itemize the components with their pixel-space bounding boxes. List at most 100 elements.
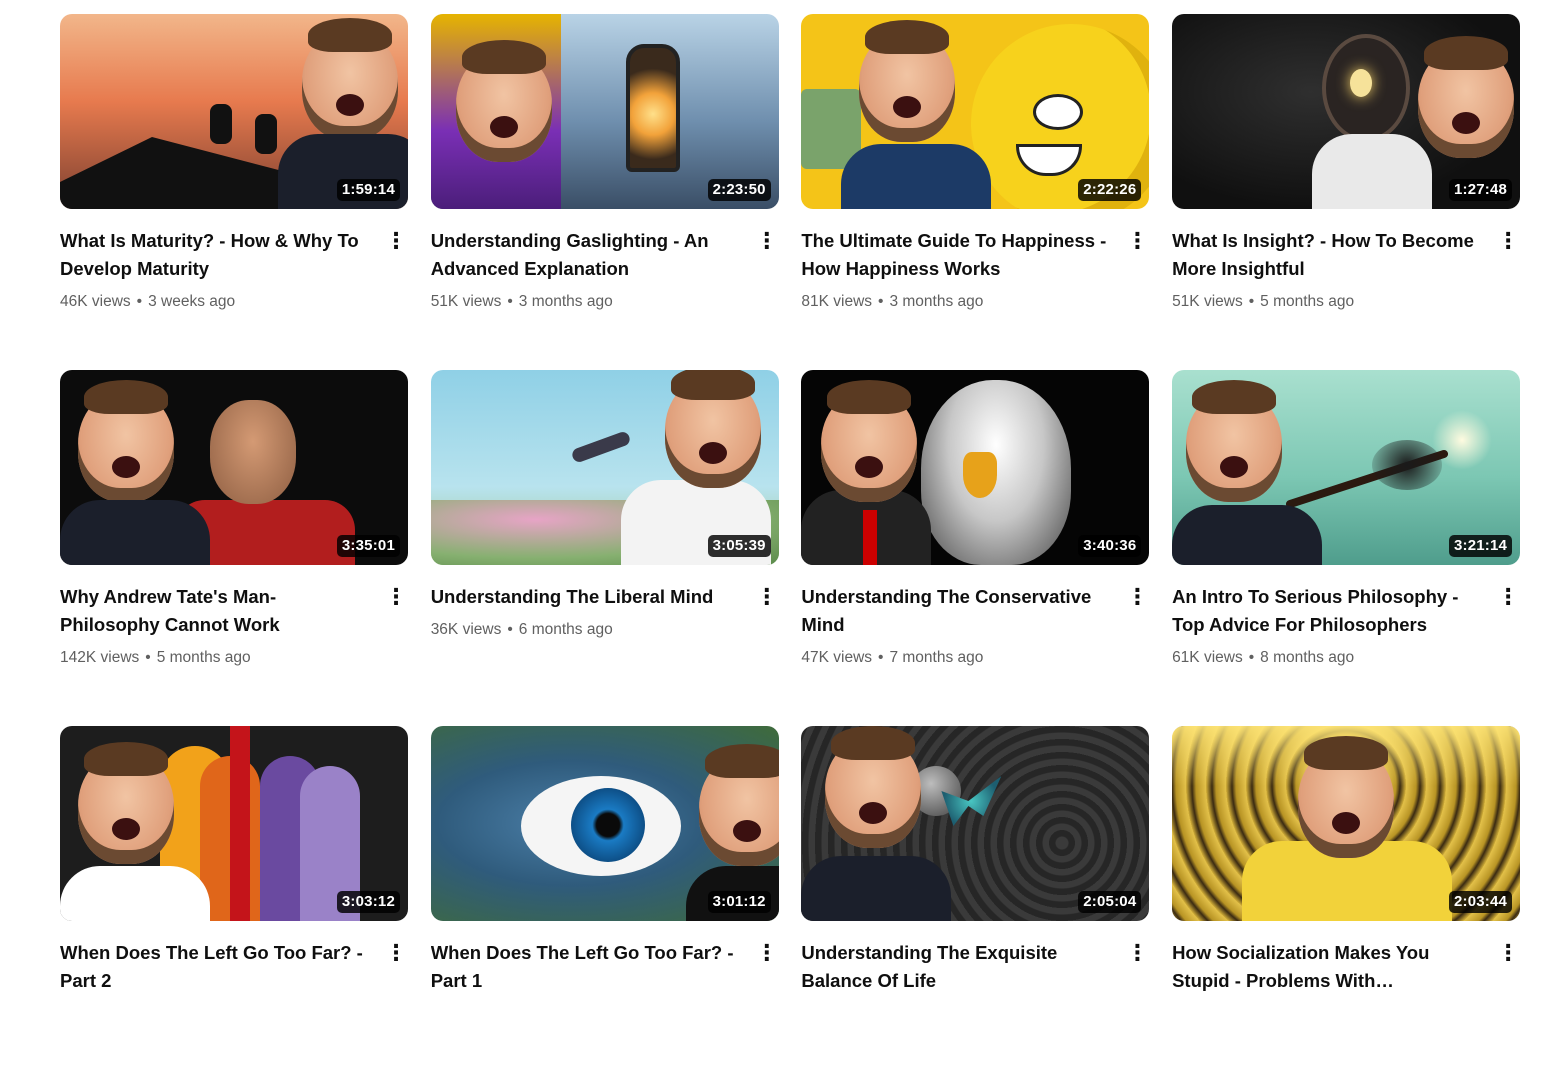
video-thumbnail[interactable]: 2:23:50 <box>430 14 779 209</box>
video-thumbnail[interactable]: 3:01:12 <box>430 726 779 921</box>
video-title[interactable]: Why Andrew Tate's Man-Philosophy Cannot … <box>60 583 372 639</box>
video-title[interactable]: Understanding The Exquisite Balance Of L… <box>801 939 1113 995</box>
more-vert-icon[interactable]: ⋮ <box>384 939 408 967</box>
video-title[interactable]: Understanding The Liberal Mind <box>431 583 743 611</box>
more-vert-icon[interactable]: ⋮ <box>1496 583 1520 611</box>
upload-age: 5 months ago <box>156 649 251 666</box>
upload-age: 6 months ago <box>518 621 613 638</box>
separator-dot: • <box>1248 293 1255 310</box>
video-thumbnail[interactable]: 1:59:14 <box>60 14 408 209</box>
presenter-face <box>78 380 174 502</box>
video-title[interactable]: What Is Maturity? - How & Why To Develop… <box>60 227 372 283</box>
more-vert-icon[interactable]: ⋮ <box>1125 227 1149 255</box>
video-card[interactable]: 3:35:01 Why Andrew Tate's Man-Philosophy… <box>60 370 408 726</box>
video-card[interactable]: 1:59:14 What Is Maturity? - How & Why To… <box>60 14 408 370</box>
presenter-shirt <box>1172 505 1323 565</box>
view-count: 51K views <box>1172 293 1243 310</box>
separator-dot: • <box>145 649 151 666</box>
video-meta: What Is Insight? - How To Become More In… <box>1172 209 1520 313</box>
video-card[interactable]: 3:05:39 Understanding The Liberal Mind 3… <box>430 370 779 726</box>
video-title[interactable]: Understanding Gaslighting - An Advanced … <box>431 227 743 283</box>
video-thumbnail[interactable]: 3:35:01 <box>60 370 408 565</box>
more-vert-icon[interactable]: ⋮ <box>1496 939 1520 967</box>
video-title[interactable]: What Is Insight? - How To Become More In… <box>1172 227 1484 283</box>
video-card[interactable]: 2:23:50 Understanding Gaslighting - An A… <box>430 14 779 370</box>
video-card[interactable]: 1:27:48 What Is Insight? - How To Become… <box>1172 14 1521 370</box>
video-thumbnail[interactable]: 2:03:44 <box>1172 726 1521 921</box>
video-stats: 51K views • 3 months ago <box>431 291 743 313</box>
video-stats: 142K views • 5 months ago <box>60 647 372 669</box>
video-thumbnail[interactable]: 3:03:12 <box>60 726 408 921</box>
more-vert-icon[interactable]: ⋮ <box>384 583 408 611</box>
video-title[interactable]: When Does The Left Go Too Far? - Part 2 <box>60 939 372 995</box>
presenter-face <box>455 40 552 162</box>
duration-badge: 3:05:39 <box>707 535 771 557</box>
view-count: 61K views <box>1172 649 1243 666</box>
video-meta: The Ultimate Guide To Happiness - How Ha… <box>801 209 1149 313</box>
video-thumbnail[interactable]: 1:27:48 <box>1172 14 1521 209</box>
more-vert-icon[interactable]: ⋮ <box>755 583 779 611</box>
duration-badge: 1:59:14 <box>336 179 400 201</box>
separator-dot: • <box>507 621 513 638</box>
video-card[interactable]: 3:21:14 An Intro To Serious Philosophy -… <box>1172 370 1521 726</box>
presenter-shirt <box>60 866 210 921</box>
upload-age: 8 months ago <box>1260 649 1355 666</box>
view-count: 142K views <box>60 649 140 666</box>
duration-badge: 3:03:12 <box>336 891 400 913</box>
more-vert-icon[interactable]: ⋮ <box>755 227 779 255</box>
video-meta: An Intro To Serious Philosophy - Top Adv… <box>1172 565 1520 669</box>
more-vert-icon[interactable]: ⋮ <box>384 227 408 255</box>
duration-badge: 3:01:12 <box>707 891 771 913</box>
separator-dot: • <box>136 293 143 310</box>
video-title[interactable]: When Does The Left Go Too Far? - Part 1 <box>431 939 743 995</box>
video-meta: Understanding Gaslighting - An Advanced … <box>431 209 779 313</box>
video-card[interactable]: 2:03:44 How Socialization Makes You Stup… <box>1172 726 1521 1082</box>
presenter-face <box>1298 736 1395 858</box>
view-count: 81K views <box>801 293 873 310</box>
video-title[interactable]: An Intro To Serious Philosophy - Top Adv… <box>1172 583 1484 639</box>
video-meta: Why Andrew Tate's Man-Philosophy Cannot … <box>60 565 408 669</box>
video-title[interactable]: How Socialization Makes You Stupid - Pro… <box>1172 939 1484 995</box>
duration-badge: 2:22:26 <box>1078 179 1142 201</box>
duration-badge: 2:03:44 <box>1448 891 1513 913</box>
view-count: 47K views <box>801 649 873 666</box>
upload-age: 7 months ago <box>889 649 984 666</box>
video-card[interactable]: 2:22:26 The Ultimate Guide To Happiness … <box>801 14 1150 370</box>
upload-age: 5 months ago <box>1260 293 1355 310</box>
presenter-face <box>1418 36 1515 158</box>
video-title[interactable]: The Ultimate Guide To Happiness - How Ha… <box>801 227 1113 283</box>
video-meta: What Is Maturity? - How & Why To Develop… <box>60 209 408 313</box>
more-vert-icon[interactable]: ⋮ <box>755 939 779 967</box>
video-card[interactable]: 3:03:12 When Does The Left Go Too Far? -… <box>60 726 408 1082</box>
presenter-face <box>1186 380 1283 502</box>
video-card[interactable]: 3:40:36 Understanding The Conservative M… <box>801 370 1150 726</box>
video-stats: 36K views • 6 months ago <box>431 619 743 641</box>
separator-dot: • <box>507 293 513 310</box>
presenter-face <box>825 726 922 848</box>
video-thumbnail[interactable]: 3:05:39 <box>430 370 779 565</box>
video-card[interactable]: 2:05:04 Understanding The Exquisite Bala… <box>801 726 1150 1082</box>
presenter-face <box>821 380 918 502</box>
video-thumbnail[interactable]: 3:21:14 <box>1172 370 1521 565</box>
duration-badge: 1:27:48 <box>1448 179 1513 201</box>
presenter-shirt <box>60 500 210 565</box>
video-stats: 46K views • 3 weeks ago <box>60 291 372 313</box>
upload-age: 3 weeks ago <box>148 293 236 310</box>
video-card[interactable]: 3:01:12 When Does The Left Go Too Far? -… <box>430 726 779 1082</box>
video-meta: When Does The Left Go Too Far? - Part 2 … <box>60 921 408 995</box>
more-vert-icon[interactable]: ⋮ <box>1125 939 1149 967</box>
video-meta: Understanding The Liberal Mind 36K views… <box>431 565 779 641</box>
more-vert-icon[interactable]: ⋮ <box>1125 583 1149 611</box>
presenter-face <box>698 744 779 866</box>
duration-badge: 3:35:01 <box>336 535 400 557</box>
video-title[interactable]: Understanding The Conservative Mind <box>801 583 1113 639</box>
more-vert-icon[interactable]: ⋮ <box>1496 227 1520 255</box>
upload-age: 3 months ago <box>889 293 984 310</box>
video-thumbnail[interactable]: 2:05:04 <box>801 726 1150 921</box>
video-stats: 51K views • 5 months ago <box>1172 291 1484 313</box>
duration-badge: 2:23:50 <box>707 179 771 201</box>
presenter-face <box>859 20 956 142</box>
video-thumbnail[interactable]: 3:40:36 <box>801 370 1150 565</box>
presenter-shirt <box>801 856 952 921</box>
video-thumbnail[interactable]: 2:22:26 <box>801 14 1150 209</box>
